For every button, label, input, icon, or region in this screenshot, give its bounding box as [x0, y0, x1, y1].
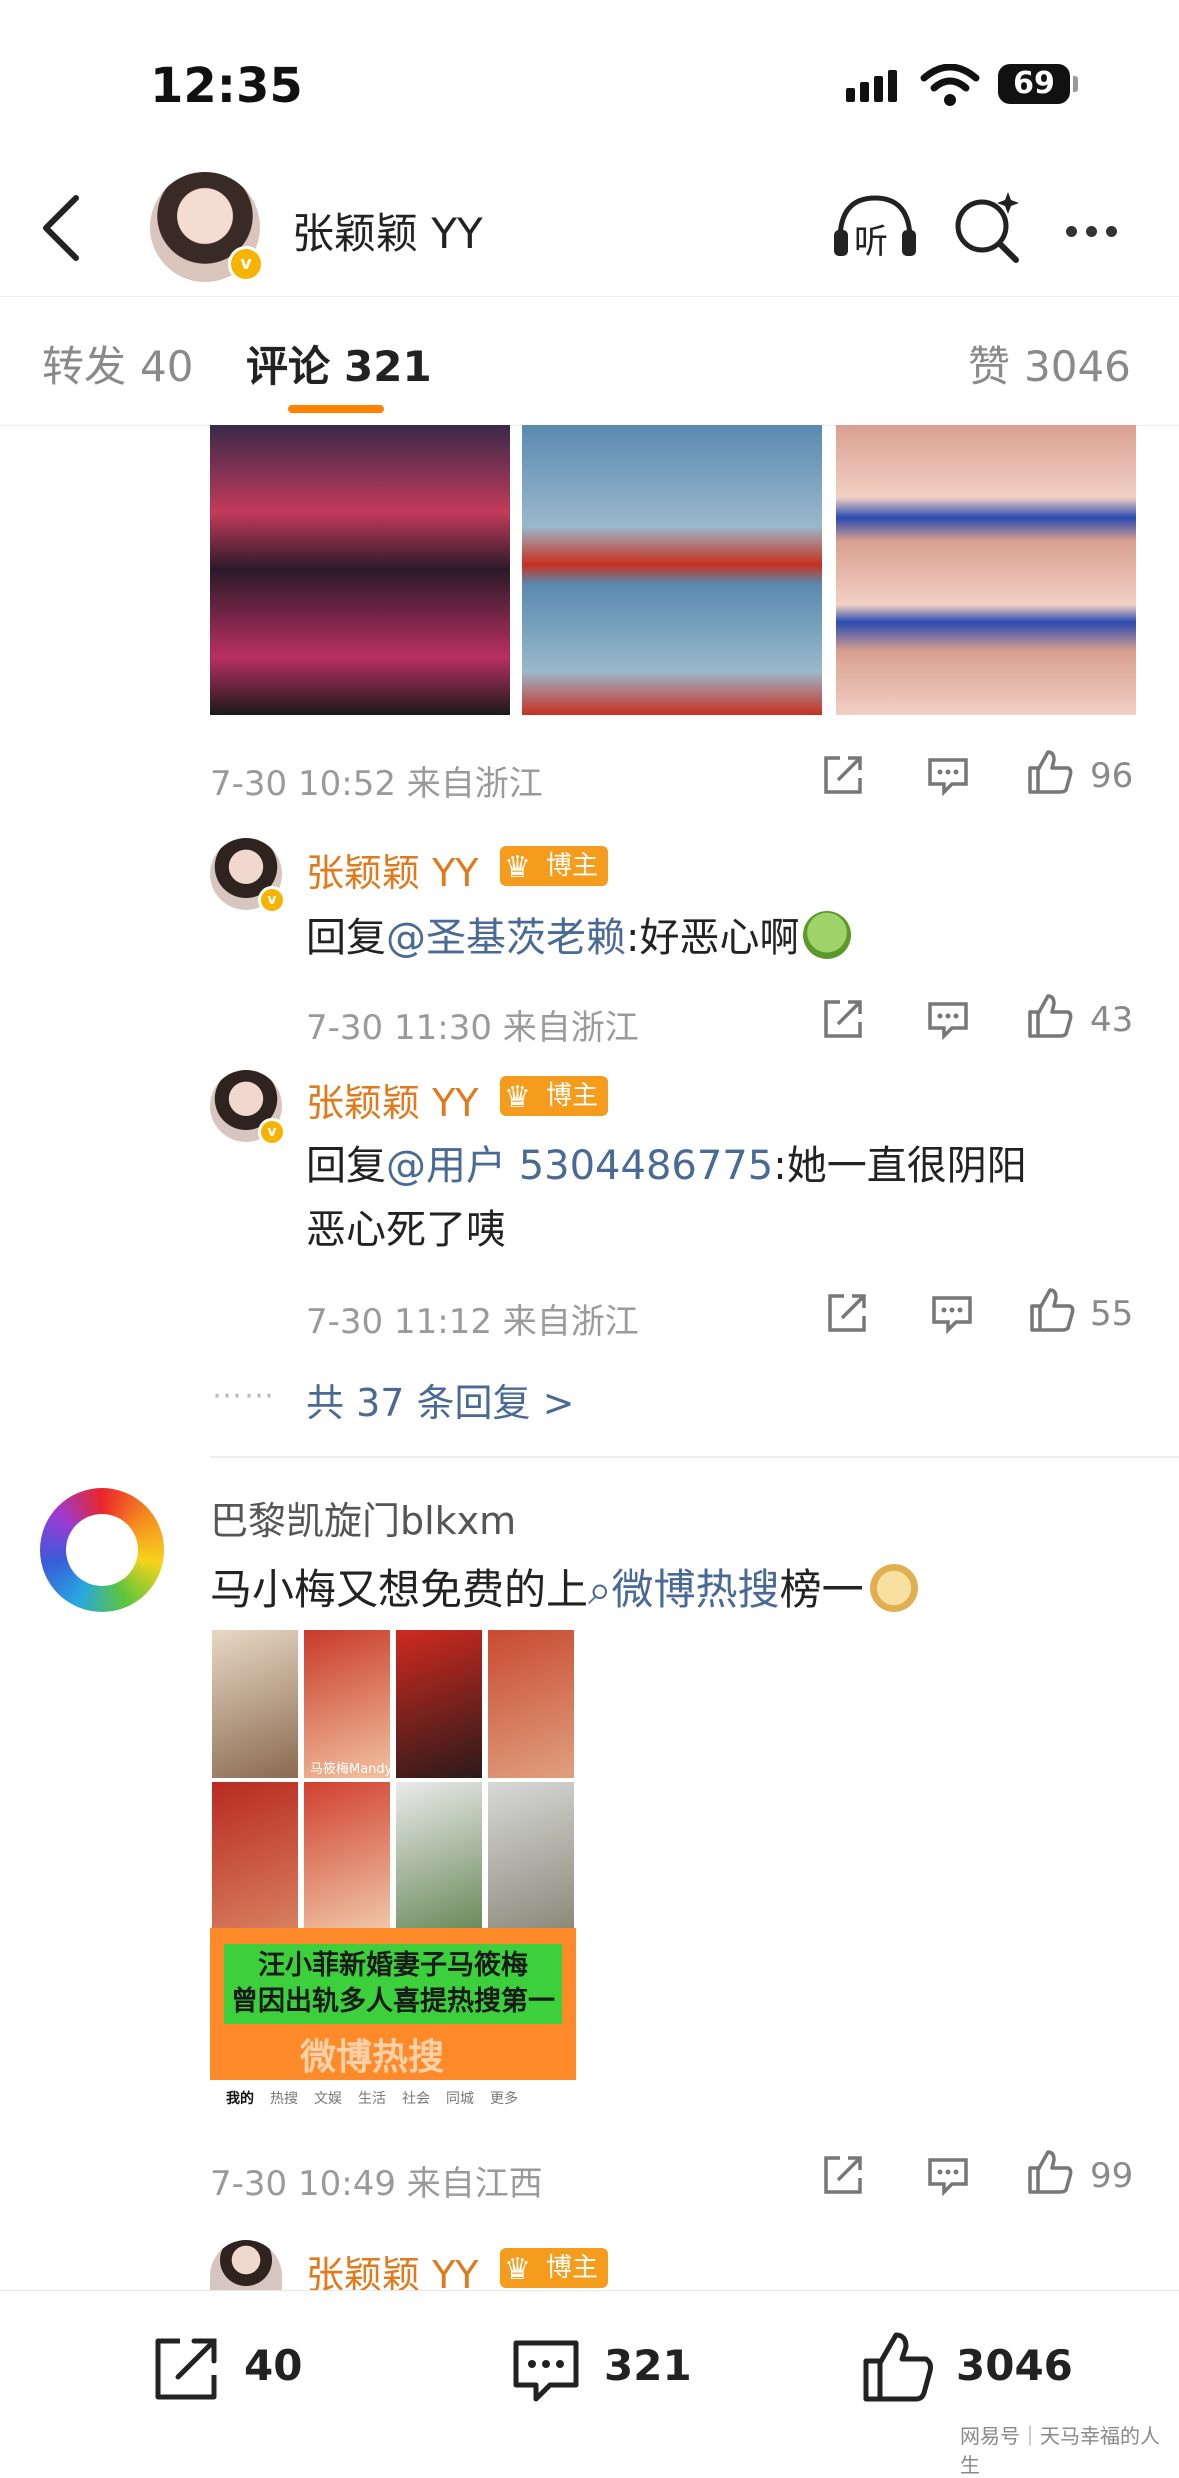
comment-meta: 7-30 10:49 来自江西 — [210, 2164, 543, 2204]
collage-photo — [304, 1630, 390, 1778]
collage-photo — [212, 1630, 298, 1778]
banner-subtitle: 微博热搜 — [300, 2037, 445, 2078]
reply-meta: 7-30 11:30 来自浙江 — [306, 1008, 639, 1048]
battery-icon: 69 — [998, 64, 1070, 104]
like-icon[interactable] — [1026, 748, 1074, 796]
watermark: 网易号｜天马幸福的人生 — [960, 2424, 1160, 2477]
like-count: 96 — [1090, 756, 1134, 796]
comment-image-3[interactable] — [836, 425, 1136, 715]
comment-count[interactable]: 321 — [604, 2341, 692, 2390]
like-count: 55 — [1090, 1294, 1134, 1334]
reply-text: 回复@用户 5304486775:她一直很阴阳 恶心死了咦 — [306, 1143, 1027, 1253]
collage-photo — [396, 1630, 482, 1778]
avatar-face — [66, 1514, 138, 1586]
crown-icon: ♛ — [504, 850, 531, 885]
like-icon[interactable] — [1026, 992, 1074, 1040]
active-tab-indicator — [288, 405, 384, 413]
verified-badge-icon: v — [258, 886, 286, 914]
tab-likes[interactable]: 赞 3046 — [968, 333, 1131, 394]
commenter-avatar[interactable] — [40, 1488, 164, 1612]
signal-icon — [846, 70, 902, 102]
collage-photo — [304, 1782, 390, 1930]
comment-icon[interactable] — [926, 2156, 970, 2196]
author-badge: ♛ 博主 — [500, 1076, 609, 1116]
thread-dots: ⋯⋯ — [212, 1378, 276, 1413]
search-icon: ⌕ — [588, 1565, 612, 1614]
like-count: 43 — [1090, 1000, 1134, 1040]
listen-headphone-icon[interactable]: 听 — [830, 192, 920, 262]
comment-text: 马小梅又想免费的上⌕微博热搜榜一 — [210, 1556, 918, 1617]
crown-icon: ♛ — [504, 1080, 531, 1115]
comment-image-1[interactable] — [210, 425, 510, 715]
comment-icon[interactable] — [926, 1000, 970, 1040]
more-replies-link[interactable]: 共 37 条回复 > — [306, 1372, 574, 1427]
ai-search-icon[interactable] — [950, 188, 1026, 264]
battery-cap — [1073, 76, 1078, 92]
mention-link[interactable]: @圣基茨老赖 — [386, 915, 626, 961]
like-icon[interactable] — [1028, 1286, 1076, 1334]
comment-icon[interactable] — [930, 1294, 974, 1334]
reply-meta: 7-30 11:12 来自浙江 — [306, 1302, 639, 1342]
listen-label: 听 — [854, 222, 888, 262]
collage-photo — [488, 1782, 574, 1930]
crown-icon: ♛ — [504, 2252, 531, 2287]
verified-badge-icon: v — [258, 1118, 286, 1146]
author-badge: ♛ 博主 — [500, 2248, 609, 2288]
author-name[interactable]: 张颖颖 YY — [292, 200, 483, 261]
comment-divider — [210, 1456, 1179, 1458]
comment-bubble-icon[interactable] — [513, 2340, 579, 2402]
tab-bar: 转发 40 评论 321 赞 3046 — [0, 296, 1179, 426]
commenter-username[interactable]: 巴黎凯旋门blkxm — [210, 1490, 516, 1545]
doge-emoji-icon — [869, 1564, 918, 1612]
reply-text: 回复@圣基茨老赖:好恶心啊 — [306, 906, 852, 970]
like-count[interactable]: 3046 — [956, 2341, 1073, 2390]
share-icon[interactable] — [826, 1292, 868, 1334]
like-count: 99 — [1090, 2156, 1134, 2196]
reply-username[interactable]: 张颖颖 YY — [306, 842, 479, 897]
collage-photo — [488, 1630, 574, 1778]
image-tabbar: 我的 热搜 文娱 生活 社会 同城 更多 — [226, 2091, 518, 2107]
collage-photo — [396, 1782, 482, 1930]
news-banner: 汪小菲新婚妻子马筱梅 曾因出轨多人喜提热搜第一 微博热搜 — [210, 1928, 576, 2080]
reply-avatar[interactable] — [210, 2240, 282, 2290]
like-icon[interactable] — [1026, 2148, 1074, 2196]
back-arrow-icon[interactable] — [32, 188, 92, 268]
comment-meta: 7-30 10:52 来自浙江 — [210, 764, 543, 804]
sick-face-emoji-icon — [803, 911, 852, 959]
image-caption: 马筱梅Mandy — [310, 1762, 393, 1777]
more-options-icon[interactable] — [1066, 222, 1126, 241]
verified-badge-icon: v — [228, 246, 264, 282]
comment-image[interactable]: 马筱梅Mandy 汪小菲新婚妻子马筱梅 曾因出轨多人喜提热搜第一 微博热搜 我的… — [210, 1628, 576, 2118]
comment-image-2[interactable] — [522, 425, 822, 715]
author-badge: ♛ 博主 — [500, 846, 609, 886]
tab-comments[interactable]: 评论 321 — [246, 333, 432, 394]
wifi-icon — [920, 64, 980, 106]
share-icon[interactable] — [822, 998, 864, 1040]
share-icon[interactable] — [822, 754, 864, 796]
collage-photo — [212, 1782, 298, 1930]
share-icon[interactable] — [822, 2154, 864, 2196]
status-time: 12:35 — [150, 58, 303, 114]
banner-headline: 汪小菲新婚妻子马筱梅 曾因出轨多人喜提热搜第一 — [224, 1944, 562, 2024]
trending-topic-link[interactable]: ⌕微博热搜 — [588, 1565, 780, 1614]
thumbs-up-icon[interactable] — [860, 2329, 936, 2405]
mention-link[interactable]: @用户 5304486775 — [386, 1143, 773, 1189]
repost-count[interactable]: 40 — [244, 2341, 302, 2390]
reply-username[interactable]: 张颖颖 YY — [306, 1072, 479, 1127]
repost-icon[interactable] — [150, 2333, 222, 2405]
comment-icon[interactable] — [926, 756, 970, 796]
tab-repost[interactable]: 转发 40 — [42, 333, 193, 394]
